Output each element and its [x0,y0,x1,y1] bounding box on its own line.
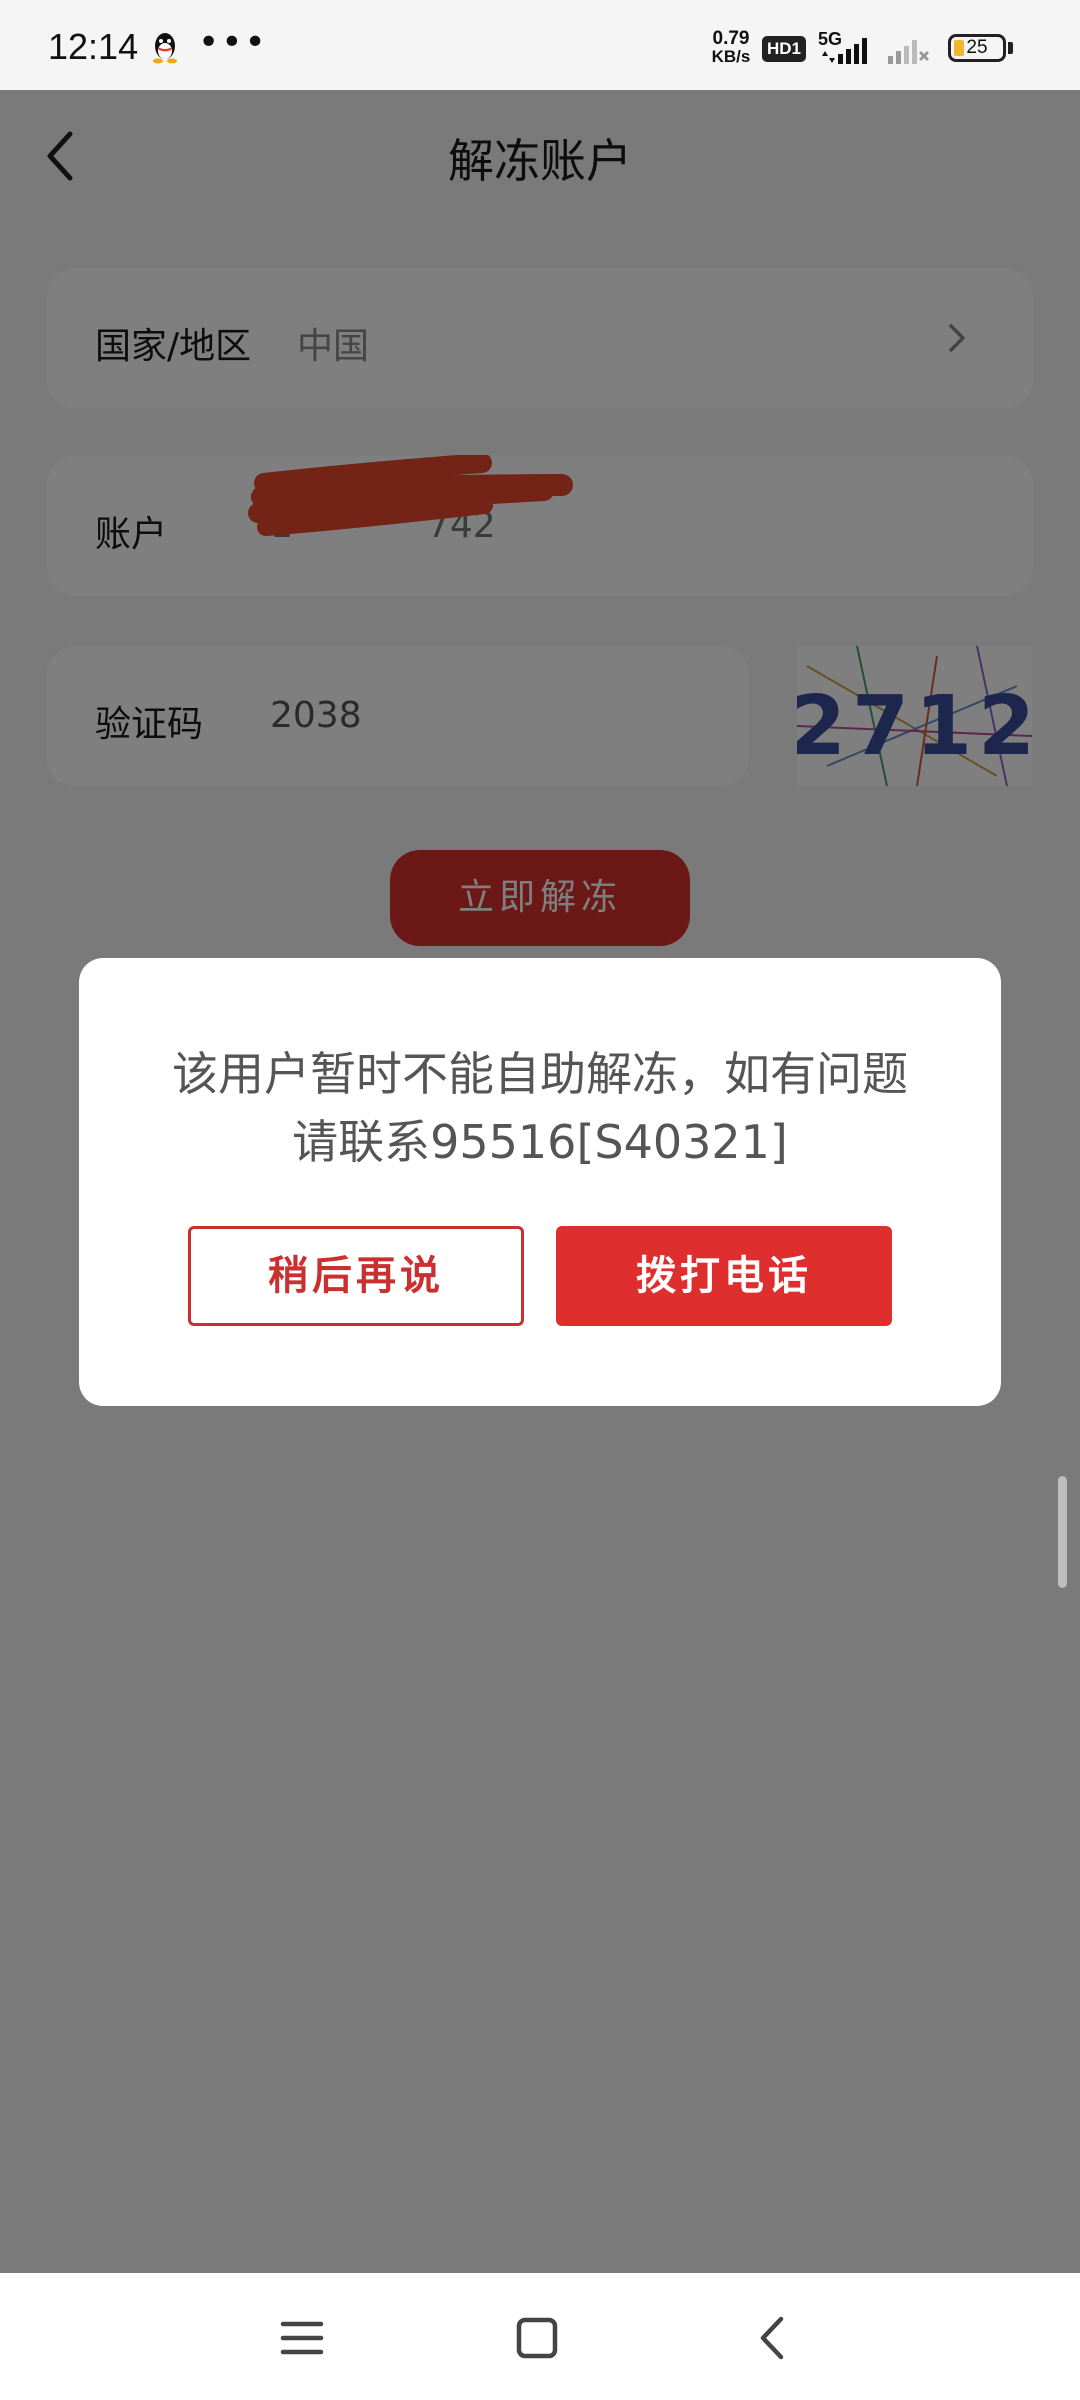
screen: 12:14 ••• 0.79 KB/s HD1 5G 25 该用户暂时不能自助解… [0,0,1080,2400]
call-button[interactable]: 拨打电话 [556,1226,892,1326]
dialog-message-line2: 请联系95516[S40321] [292,1115,788,1169]
status-bar: 12:14 ••• 0.79 KB/s HD1 5G 25 [0,0,1080,90]
scrollbar[interactable] [1058,1476,1067,1588]
qq-icon [153,33,177,64]
later-button[interactable]: 稍后再说 [188,1226,524,1326]
battery-icon: 25 [948,34,1006,62]
net-speed-unit: KB/s [711,47,751,66]
hd-badge: HD1 [762,36,806,62]
status-time: 12:14 [48,26,139,67]
navigation-bar [0,2273,1080,2400]
net-speed-value: 0.79 [712,28,750,49]
dialog-message-line1: 该用户暂时不能自助解冻，如有问题 [172,1047,908,1101]
net-speed: 0.79 KB/s [706,28,756,66]
network-type: 5G [818,29,843,49]
home-icon[interactable] [512,2313,562,2363]
battery-tip [1008,42,1013,54]
back-icon[interactable] [748,2313,798,2363]
dialog-message: 该用户暂时不能自助解冻，如有问题 请联系95516[S40321] [119,1040,961,1176]
more-dots-icon: ••• [198,22,268,63]
alert-dialog: 该用户暂时不能自助解冻，如有问题 请联系95516[S40321] 稍后再说 拨… [79,958,1001,1406]
signal-weak-icon [888,40,930,64]
menu-icon[interactable] [277,2313,327,2363]
battery-level: 25 [966,37,988,58]
